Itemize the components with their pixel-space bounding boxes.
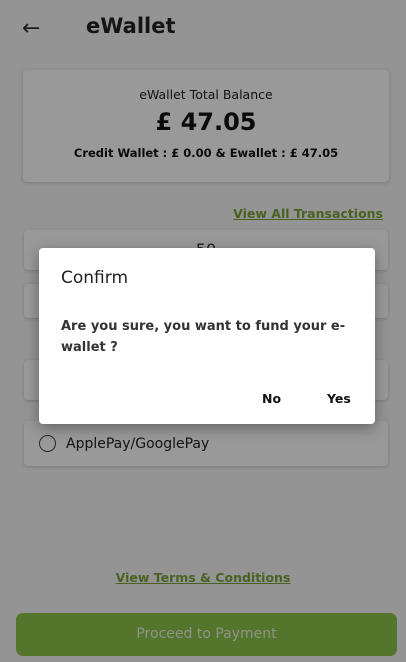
no-button[interactable]: No — [262, 391, 281, 406]
confirm-dialog: Confirm Are you sure, you want to fund y… — [39, 248, 375, 424]
dialog-message: Are you sure, you want to fund your e-wa… — [61, 319, 346, 355]
dialog-title: Confirm — [61, 268, 129, 288]
yes-button[interactable]: Yes — [327, 391, 351, 406]
